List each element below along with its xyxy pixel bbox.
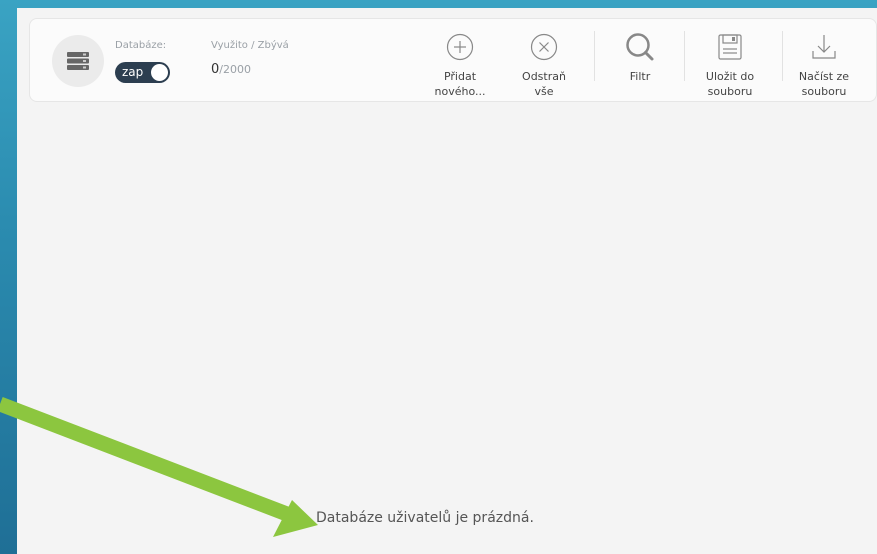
green-arrow-annotation: [0, 396, 318, 537]
empty-database-message: Databáze uživatelů je prázdná.: [316, 510, 534, 526]
